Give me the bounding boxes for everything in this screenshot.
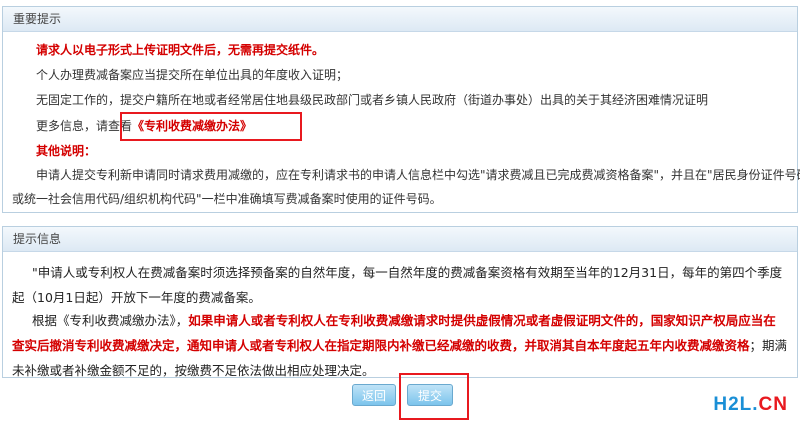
site-watermark-logo: H2L.CN <box>713 394 788 416</box>
back-button[interactable]: 返回 <box>352 384 396 406</box>
info-paragraph-1: "申请人或专利权人在费减备案时须选择预备案的自然年度，每一自然年度的费减备案资格… <box>12 265 783 305</box>
link-highlight-box <box>120 112 302 141</box>
info-paragraph-2-prefix: 根据《专利收费减缴办法》， <box>32 313 189 328</box>
other-notes-title: 其他说明： <box>36 144 97 158</box>
other-notes-line1: 申请人提交专利新申请同时请求费用减缴的，应在专利请求书的申请人信息栏中勾选"请求… <box>36 168 800 182</box>
info-panel-title: 提示信息 <box>3 227 797 252</box>
notice-panel-title: 重要提示 <box>3 7 797 32</box>
watermark-h2l: H2L <box>713 394 753 415</box>
info-paragraph-2: 根据《专利收费减缴办法》，如果申请人或者专利权人在专利收费减缴请求时提供虚假情况… <box>12 308 788 383</box>
watermark-cn: CN <box>758 394 788 415</box>
other-notes-line2: 或统一社会信用代码/组织机构代码"一栏中准确填写费减备案时使用的证件号码。 <box>12 192 442 206</box>
hardship-proof-text: 无固定工作的，提交户籍所在地或者经常居住地县级民政部门或者乡镇人民政府（街道办事… <box>36 93 709 107</box>
submit-highlight-box <box>399 373 469 420</box>
income-proof-text: 个人办理费减备案应当提交所在单位出具的年度收入证明； <box>36 68 349 82</box>
more-info-prefix: 更多信息，请查看 <box>36 119 133 133</box>
upload-notice-text: 请求人以电子形式上传证明文件后，无需再提交纸件。 <box>36 43 325 57</box>
